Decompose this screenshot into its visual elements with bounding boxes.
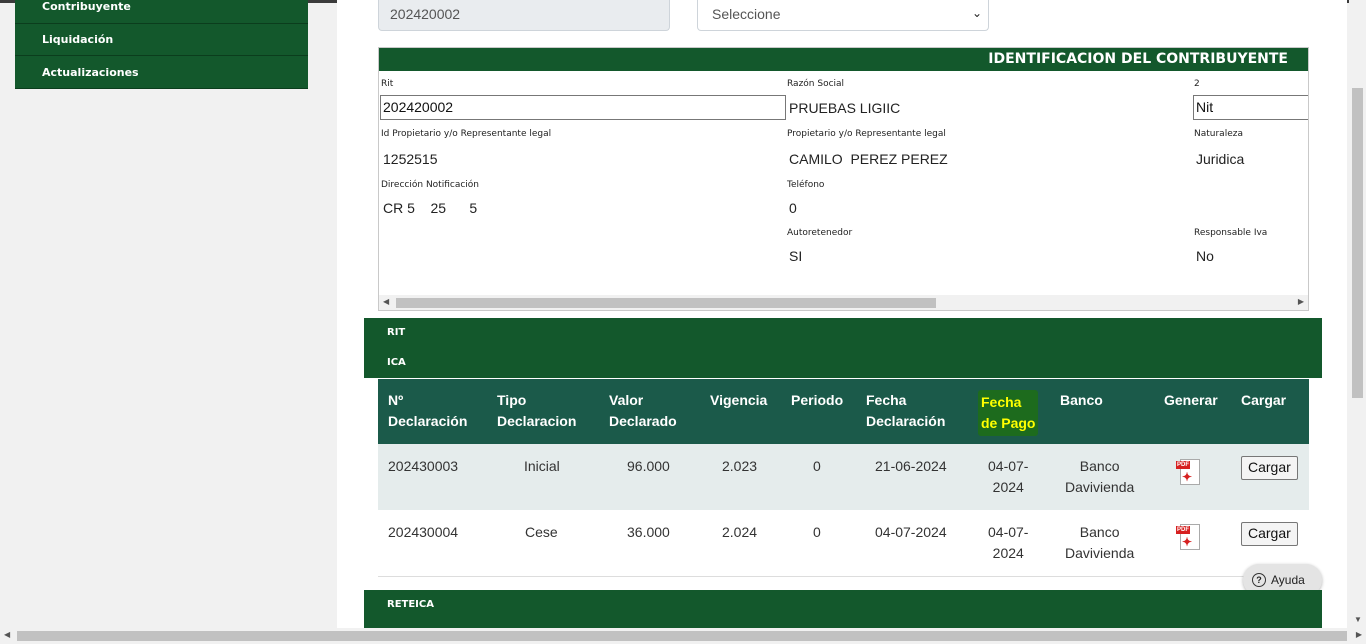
rit-label: Rit (381, 79, 394, 89)
fecha-pago-highlight: Fecha de Pago (978, 390, 1039, 436)
page-horizontal-scrollbar[interactable]: ◀ ▶ (0, 628, 1366, 644)
sidebar-item-actualizaciones[interactable]: Actualizaciones (15, 56, 308, 89)
help-label: Ayuda (1271, 573, 1305, 587)
cell-periodo: 0 (813, 458, 821, 474)
col-banco: Banco (1060, 392, 1103, 408)
declaraciones-table-header: Nº Declaración Tipo Declaracion Valor Decla… (378, 379, 1309, 444)
cell-vigencia: 2.023 (722, 458, 758, 474)
cargar-button[interactable]: Cargar (1241, 522, 1298, 546)
scroll-right-icon[interactable]: ▶ (1298, 297, 1304, 306)
section-rit[interactable]: RIT (387, 327, 405, 338)
section-reteica[interactable]: RETEICA (387, 599, 434, 610)
id-propietario-label: Id Propietario y/o Representante legal (381, 129, 552, 139)
cell-fecha-pago: 04-07- 2024 (988, 458, 1029, 495)
autoretenedor-label: Autoretenedor (787, 228, 853, 238)
telefono-value: 0 (789, 200, 797, 216)
rit-readonly-field: 202420002 (378, 0, 670, 31)
tipo-doc-field[interactable]: Nit (1193, 95, 1308, 120)
scrollbar-thumb[interactable] (17, 631, 1347, 641)
identificacion-panel: IDENTIFICACION DEL CONTRIBUYENTE Rit 202… (378, 47, 1309, 311)
sidebar-menu: Contribuyente Liquidación Actualizacione… (15, 0, 308, 89)
scrollbar-thumb[interactable] (1352, 88, 1363, 398)
col-generar: Generar (1164, 392, 1218, 408)
naturaleza-value: Juridica (1196, 151, 1245, 167)
filter-select-value: Seleccione (712, 6, 781, 22)
col-fecha-declaracion: Fecha Declaración (866, 392, 946, 429)
direccion-label: Dirección Notificación (381, 180, 479, 190)
propietario-label: Propietario y/o Representante legal (787, 129, 946, 139)
identificacion-title: IDENTIFICACION DEL CONTRIBUYENTE (379, 48, 1308, 71)
cell-numero: 202430003 (388, 458, 459, 474)
identificacion-scrollbar[interactable]: ◀ ▶ (379, 295, 1308, 310)
chevron-down-icon: ⌄ (971, 6, 982, 20)
cell-periodo: 0 (813, 524, 821, 540)
razon-social-label: Razón Social (787, 79, 845, 89)
autoretenedor-value: SI (789, 248, 803, 264)
col-valor: Valor Declarado (609, 392, 677, 429)
filter-select[interactable]: Seleccione ⌄ (697, 0, 989, 31)
col-cargar: Cargar (1241, 392, 1287, 408)
cell-fecha-declaracion: 04-07-2024 (875, 524, 947, 540)
rit-ica-section: RIT ICA (364, 318, 1322, 378)
cell-fecha-pago: 04-07- 2024 (988, 524, 1029, 561)
sidebar-item-contribuyente[interactable]: Contribuyente (15, 0, 308, 24)
naturaleza-label: Naturaleza (1194, 129, 1243, 139)
sidebar-item-liquidacion[interactable]: Liquidación (15, 24, 308, 56)
col-numero: Nº Declaración (388, 392, 468, 429)
scroll-left-icon[interactable]: ◀ (383, 297, 389, 306)
scroll-down-icon[interactable]: ▼ (1354, 615, 1362, 624)
tipo-doc-label: 2 (1194, 79, 1200, 89)
cell-tipo: Cese (525, 524, 558, 540)
table-row: 202430004 Cese 36.000 2.024 0 04-07-2024… (378, 510, 1309, 577)
propietario-value: CAMILO PEREZ PEREZ (789, 151, 948, 167)
cell-vigencia: 2.024 (722, 524, 758, 540)
responsable-iva-label: Responsable Iva (1194, 228, 1268, 238)
col-tipo: Tipo Declaracion (497, 392, 577, 429)
cargar-button[interactable]: Cargar (1241, 456, 1298, 480)
cell-valor: 36.000 (627, 524, 670, 540)
question-icon: ? (1252, 573, 1266, 587)
responsable-iva-value: No (1196, 248, 1214, 264)
scroll-right-icon[interactable]: ▶ (1356, 630, 1362, 639)
section-ica[interactable]: ICA (387, 357, 406, 368)
cell-banco: Banco Davivienda (1065, 524, 1135, 561)
razon-social-value: PRUEBAS LIGIIC (789, 100, 901, 116)
cell-banco: Banco Davivienda (1065, 458, 1135, 495)
scroll-left-icon[interactable]: ◀ (4, 630, 10, 639)
cell-valor: 96.000 (627, 458, 670, 474)
col-periodo: Periodo (791, 392, 844, 408)
id-propietario-value: 1252515 (383, 151, 438, 167)
col-fecha-pago: Fecha de Pago (978, 390, 1039, 436)
cell-fecha-declaracion: 21-06-2024 (875, 458, 947, 474)
scrollbar-thumb[interactable] (396, 298, 936, 308)
table-row: 202430003 Inicial 96.000 2.023 0 21-06-2… (378, 444, 1309, 510)
direccion-value: CR 5 25 5 (383, 200, 478, 216)
cell-numero: 202430004 (388, 524, 459, 540)
cell-tipo: Inicial (524, 458, 560, 474)
reteica-section: RETEICA (364, 590, 1322, 628)
rit-field[interactable]: 202420002 (380, 95, 786, 120)
pdf-icon[interactable]: PDF ✦ (1176, 524, 1202, 552)
telefono-label: Teléfono (787, 180, 825, 190)
col-vigencia: Vigencia (710, 392, 768, 408)
page-vertical-scrollbar[interactable]: ▼ (1349, 0, 1366, 628)
pdf-icon[interactable]: PDF ✦ (1176, 459, 1202, 487)
